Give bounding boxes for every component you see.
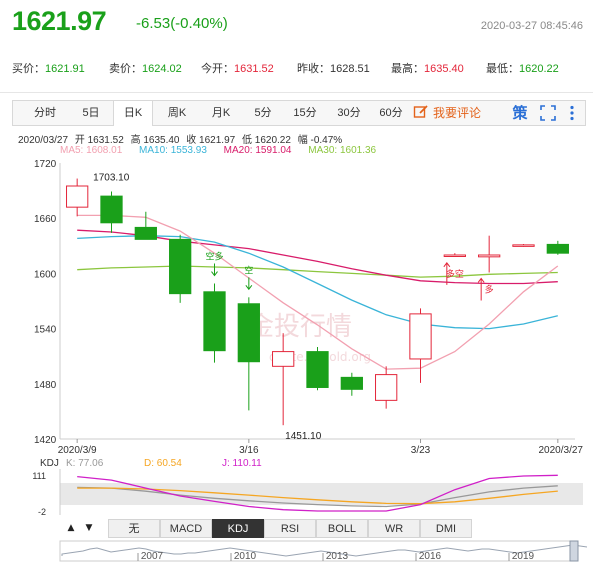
y-tick-label: 1600: [34, 269, 57, 280]
open-quote: 今开：1631.52: [201, 63, 274, 75]
prev-close-quote: 昨收：1628.51: [297, 63, 370, 75]
x-tick-label: 2020/3/27: [539, 445, 584, 455]
expand-icon[interactable]: [539, 104, 557, 122]
ind-tab-boll[interactable]: BOLL: [316, 519, 368, 538]
signal-arrow: [477, 277, 485, 301]
signal-label: 多: [485, 283, 494, 295]
high-label: 1703.10: [93, 173, 130, 184]
ind-tab-kdj[interactable]: KDJ: [212, 519, 264, 538]
ask-quote: 卖价：1624.02: [109, 63, 182, 75]
candle-body: [100, 195, 123, 224]
ce-icon[interactable]: 策: [510, 102, 530, 124]
y-tick-label: 1480: [34, 380, 57, 391]
ma30-line: [77, 265, 558, 278]
candle-body: [134, 226, 157, 240]
ohlc-info: 2020/03/27 开 1631.52 高 1635.40 收 1621.97…: [18, 131, 346, 146]
comment-label: 我要评论: [433, 106, 482, 120]
navigator-year-label: 2010: [234, 551, 257, 562]
navigator-year-label: 2007: [141, 551, 164, 562]
candle-body: [340, 376, 363, 390]
candle-body: [306, 351, 329, 388]
ind-tab-dmi[interactable]: DMI: [420, 519, 472, 538]
tab-daily-k[interactable]: 日K: [113, 101, 153, 126]
y-tick-label: 1720: [34, 159, 57, 170]
candle-body: [409, 313, 432, 360]
divider: [0, 92, 593, 93]
kdj-tick-label: 111: [32, 471, 46, 481]
ind-tab-rsi[interactable]: RSI: [264, 519, 316, 538]
candle-body: [546, 243, 569, 254]
x-tick-label: 2020/3/9: [58, 445, 97, 455]
tab-30min[interactable]: 30分: [327, 101, 371, 125]
y-tick-label: 1540: [34, 325, 57, 336]
signal-arrow: [211, 263, 218, 277]
candle-body: [512, 244, 535, 247]
navigator-year-label: 2013: [326, 551, 349, 562]
high-quote: 最高：1635.40: [391, 63, 464, 75]
candle-body: [375, 374, 398, 401]
price-change: -6.53(-0.40%): [136, 15, 228, 32]
navigator-year-label: 2019: [512, 551, 535, 562]
ind-tab-macd[interactable]: MACD: [160, 519, 212, 538]
y-tick-label: 1420: [34, 435, 57, 446]
scroll-up-button[interactable]: ▲: [64, 519, 78, 538]
candle-body: [66, 185, 89, 208]
comment-button[interactable]: 我要评论: [413, 101, 481, 125]
y-tick-label: 1660: [34, 214, 57, 225]
x-tick-label: 3/23: [411, 445, 431, 455]
navigator-handle: [569, 540, 579, 562]
candlestick-chart[interactable]: 金投行情quote.cngold.org17201660160015401480…: [0, 155, 593, 455]
quote-row: 买价：1621.91 卖价：1624.02 今开：1631.52 昨收：1628…: [0, 60, 593, 82]
tab-minute[interactable]: 分时: [23, 101, 67, 125]
candle-body: [478, 254, 501, 258]
candle-body: [169, 238, 192, 295]
tab-5day[interactable]: 5日: [69, 101, 113, 125]
kdj-tick-label: -2: [38, 507, 46, 517]
tab-weekly-k[interactable]: 周K: [155, 101, 199, 125]
signal-label: 空多: [205, 251, 223, 263]
low-quote: 最低：1620.22: [486, 63, 559, 75]
bid-quote: 买价：1621.91: [12, 63, 85, 75]
candle-body: [272, 351, 295, 367]
tab-monthly-k[interactable]: 月K: [199, 101, 243, 125]
kdj-chart[interactable]: 111 -2: [0, 455, 593, 519]
navigator-year-label: 2016: [419, 551, 442, 562]
candle-body: [203, 291, 226, 352]
tab-60min[interactable]: 60分: [369, 101, 413, 125]
last-price: 1621.97: [12, 6, 107, 36]
period-tabs: 分时 5日 日K 周K 月K 5分 15分 30分 60分 我要评论 策: [12, 100, 586, 126]
more-vertical-icon[interactable]: [563, 104, 581, 122]
edit-icon: [413, 105, 428, 118]
ind-tab-wr[interactable]: WR: [368, 519, 420, 538]
candle-body: [237, 303, 260, 363]
ind-tab-none[interactable]: 无: [108, 519, 160, 538]
x-tick-label: 3/16: [239, 445, 259, 455]
signal-label: 多空: [446, 268, 464, 280]
tab-15min[interactable]: 15分: [283, 101, 327, 125]
signal-label: 空: [244, 264, 253, 276]
range-navigator[interactable]: 2007 2010 2013 2016 2019: [0, 540, 593, 570]
timestamp: 2020-03-27 08:45:46: [480, 20, 583, 32]
low-label: 1451.10: [285, 431, 322, 442]
candle-body: [443, 254, 466, 257]
tab-5min[interactable]: 5分: [243, 101, 283, 125]
scroll-down-button[interactable]: ▼: [82, 519, 96, 538]
quote-header: 1621.97 -6.53(-0.40%) 2020-03-27 08:45:4…: [0, 0, 593, 50]
